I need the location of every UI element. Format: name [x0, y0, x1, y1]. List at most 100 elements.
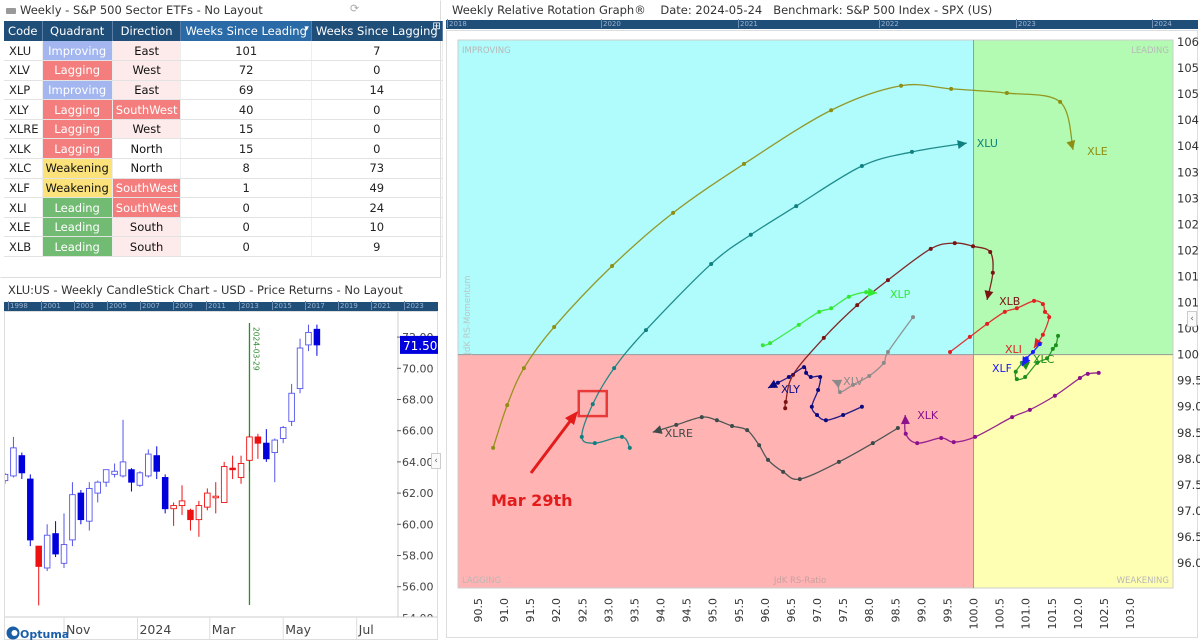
tail-point	[521, 366, 526, 371]
navigator-year: 2001	[41, 301, 61, 310]
tail-point	[781, 469, 786, 474]
cell-quadrant: Weakening	[42, 158, 113, 179]
table-row[interactable]: XLI Leading SouthWest 0 24	[4, 197, 443, 218]
tail-point	[915, 441, 920, 446]
table-row[interactable]: XLRE Lagging West 15 0	[4, 119, 443, 140]
tail-point	[802, 365, 806, 370]
tail-point	[818, 375, 823, 380]
table-row[interactable]: XLU Improving East 101 7	[4, 41, 443, 62]
column-header-label: Weeks Since Leading	[185, 24, 307, 38]
expand-columns-icon[interactable]: ⊞	[432, 21, 440, 32]
tail-point	[1002, 309, 1007, 314]
tail-point	[970, 244, 975, 249]
navigator-year: 2015	[272, 301, 292, 310]
candle-body	[77, 492, 85, 521]
y-tick-label: 101.5	[1177, 269, 1200, 283]
candle-body	[220, 466, 228, 503]
candle	[161, 474, 169, 514]
column-header-quadrant[interactable]: Quadrant	[42, 21, 113, 41]
tail-point	[836, 459, 841, 464]
candle	[119, 419, 127, 478]
candle-body	[102, 469, 110, 483]
y-tick-label: 104.0	[1177, 139, 1200, 153]
table-row[interactable]: XLY Lagging SouthWest 40 0	[4, 99, 443, 120]
annotation-text: Mar 29th	[491, 491, 572, 510]
marker-line-label: 2024-03-29	[251, 327, 260, 371]
tail-point	[1027, 407, 1032, 412]
candle-body	[254, 436, 262, 444]
candle	[128, 468, 135, 492]
tail-point	[619, 434, 624, 439]
navigator-year: 2017	[305, 301, 325, 310]
table-row[interactable]: XLK Lagging North 15 0	[4, 138, 443, 160]
tail-point	[1056, 333, 1061, 338]
candle-body	[170, 505, 177, 510]
tail-point	[1037, 342, 1042, 347]
candle	[195, 500, 203, 537]
table-row[interactable]: XLC Weakening North 8 73	[4, 158, 443, 179]
tail-point	[951, 440, 956, 445]
candle-body	[178, 500, 186, 507]
candle	[246, 433, 253, 472]
candle	[27, 474, 34, 547]
tail-point	[867, 373, 872, 378]
y-tick-label: 98.0	[1177, 452, 1200, 466]
price-tick-label: 64.00	[402, 456, 434, 469]
table-row[interactable]: XLV Lagging West 72 0	[4, 60, 443, 81]
cell-code: XLRE	[4, 119, 43, 140]
candlestick-chart: 2024-03-2954.0056.0058.0060.0062.0064.00…	[5, 312, 438, 641]
candle	[204, 488, 211, 511]
refresh-icon[interactable]: ⟳	[350, 2, 359, 15]
y-tick-label: 96.0	[1177, 556, 1200, 570]
tail-label: XLC	[1033, 353, 1055, 366]
y-axis-label: JdK RS-Momentum	[463, 276, 473, 356]
column-header-weeks-since-lagging[interactable]: Weeks Since Lagging ⊞	[311, 21, 443, 41]
tail-point	[699, 415, 704, 420]
tail-point	[775, 380, 780, 385]
tail-point	[899, 83, 904, 88]
quadrant-label-improving: IMPROVING	[462, 46, 511, 56]
x-tick-label: 95.5	[733, 598, 746, 623]
cell-since-leading: 15	[180, 138, 312, 160]
y-tick-label: 102.0	[1177, 243, 1200, 257]
tail-point	[1040, 332, 1045, 337]
x-tick-label: 95.0	[707, 598, 720, 623]
tail-point	[817, 309, 822, 314]
cell-code: XLB	[4, 236, 43, 258]
collapse-left-panel-button[interactable]: ‹	[431, 453, 441, 469]
column-header-direction[interactable]: Direction	[112, 21, 182, 41]
x-tick-label: 99.5	[941, 598, 954, 623]
column-header-code[interactable]: Code	[4, 21, 43, 41]
table-row[interactable]: XLB Leading South 0 9	[4, 236, 443, 258]
cell-since-leading: 0	[180, 197, 312, 218]
tail-point	[1096, 370, 1101, 375]
x-tick-label: 100.0	[968, 598, 981, 630]
tail-point	[505, 403, 510, 408]
tail-label: XLB	[999, 295, 1020, 308]
sort-desc-icon[interactable]: ▾	[304, 24, 309, 34]
x-tick-label: 92.5	[576, 598, 589, 623]
cell-since-lagging: 14	[311, 80, 443, 101]
x-tick-label: 97.5	[837, 598, 850, 623]
table-row[interactable]: XLP Improving East 69 14	[4, 80, 443, 101]
table-panel-title: Weekly - S&P 500 Sector ETFs - No Layout	[20, 3, 263, 17]
tail-label: XLRE	[665, 427, 693, 440]
price-tick-label: 58.00	[402, 550, 434, 563]
candle	[111, 463, 118, 478]
table-row[interactable]: XLE Leading South 0 10	[4, 217, 443, 238]
table-row[interactable]: XLF Weakening SouthWest 1 49	[4, 178, 443, 199]
collapse-right-panel-button[interactable]: ‹	[1187, 311, 1197, 327]
candle	[102, 469, 110, 487]
price-tick-label: 70.00	[402, 362, 434, 375]
candle-body	[128, 469, 135, 483]
candle	[212, 482, 219, 514]
candle	[288, 383, 295, 427]
candle	[187, 508, 194, 531]
x-tick-label: 94.5	[681, 598, 694, 623]
tail-point	[948, 349, 953, 354]
column-header-weeks-since-leading[interactable]: Weeks Since Leading ▾	[180, 21, 312, 41]
tail-point	[643, 328, 648, 333]
tail-point	[1085, 371, 1090, 376]
cell-direction: SouthWest	[112, 99, 182, 120]
candle	[86, 482, 93, 531]
